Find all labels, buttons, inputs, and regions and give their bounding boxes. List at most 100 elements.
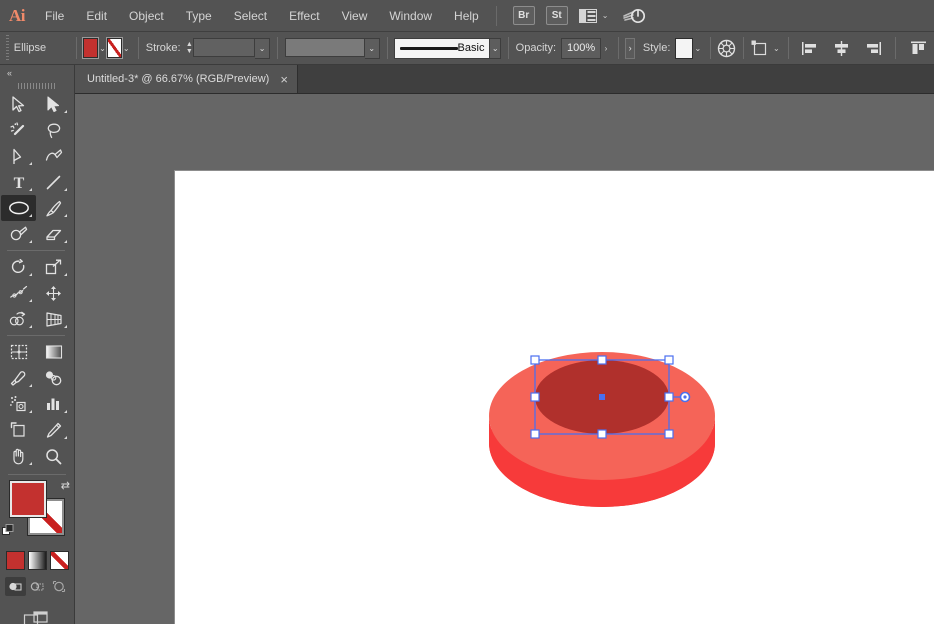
column-graph-tool[interactable]: [36, 391, 71, 417]
screen-mode-button[interactable]: [2, 610, 72, 624]
arrange-caret-icon[interactable]: ⌄: [602, 11, 609, 20]
variable-width-profile-input[interactable]: [285, 38, 365, 57]
brush-dropdown-icon[interactable]: ⌄: [490, 38, 501, 59]
style-dropdown-icon[interactable]: ⌄: [693, 38, 703, 58]
draw-inside-button[interactable]: [49, 577, 70, 596]
menu-help[interactable]: Help: [443, 0, 490, 32]
eraser-tool[interactable]: [36, 221, 71, 247]
hand-tool[interactable]: [1, 443, 36, 469]
none-button[interactable]: [50, 551, 69, 570]
menu-type[interactable]: Type: [175, 0, 223, 32]
menu-select[interactable]: Select: [223, 0, 278, 32]
stock-button[interactable]: St: [546, 6, 568, 25]
stroke-weight-label: Stroke:: [146, 42, 181, 54]
tools-divider-3: [8, 474, 66, 475]
artwork-red-cylinder-disc[interactable]: [175, 171, 934, 624]
distribute-top-icon[interactable]: [910, 41, 927, 56]
tools-panel: «: [0, 65, 75, 624]
center-anchor-point: [599, 394, 605, 400]
color-button[interactable]: [6, 551, 25, 570]
cb-divider-5: [508, 37, 509, 59]
document-canvas[interactable]: [75, 94, 934, 624]
arrange-documents-icon[interactable]: [579, 9, 597, 23]
lasso-tool[interactable]: [36, 117, 71, 143]
handle-bottom-left: [531, 430, 539, 438]
opacity-options-icon[interactable]: ›: [601, 38, 611, 58]
collapse-panel-icon[interactable]: «: [0, 65, 74, 80]
control-bar: Ellipse ⌄ ⌄ Stroke: ▲▼ ⌄ ⌄ Basic ⌄ Opaci…: [0, 32, 934, 65]
type-tool[interactable]: T: [1, 169, 36, 195]
default-fill-stroke-icon[interactable]: [2, 524, 15, 537]
control-bar-overflow-button[interactable]: ›: [625, 38, 634, 59]
draw-behind-button[interactable]: [27, 577, 48, 596]
swap-fill-stroke-icon[interactable]: ⇄: [61, 479, 70, 492]
control-bar-grip[interactable]: [4, 35, 9, 61]
menu-file[interactable]: File: [34, 0, 75, 32]
scale-tool[interactable]: [36, 254, 71, 280]
illustrator-window: Ai File Edit Object Type Select Effect V…: [0, 0, 934, 624]
artboard[interactable]: [174, 170, 934, 624]
tools-divider-1: [7, 250, 65, 251]
close-icon[interactable]: ×: [280, 73, 288, 86]
selection-tool[interactable]: [1, 91, 36, 117]
handle-bottom-right: [665, 430, 673, 438]
menu-effect[interactable]: Effect: [278, 0, 330, 32]
fill-color-swatch[interactable]: [83, 38, 97, 58]
fill-dropdown-icon[interactable]: ⌄: [98, 38, 108, 58]
artboard-tool[interactable]: [1, 417, 36, 443]
stroke-weight-stepper[interactable]: ▲▼: [186, 38, 193, 58]
stroke-weight-dropdown-icon[interactable]: ⌄: [255, 38, 270, 59]
variable-width-group: ⌄: [285, 38, 380, 59]
transform-icon[interactable]: [751, 40, 770, 57]
align-right-icon[interactable]: [864, 41, 881, 56]
draw-normal-button[interactable]: [5, 577, 26, 596]
stroke-dropdown-icon[interactable]: ⌄: [122, 38, 132, 58]
eyedropper-tool[interactable]: [1, 365, 36, 391]
graphic-style-swatch[interactable]: [675, 38, 693, 59]
handle-middle-left: [531, 393, 539, 401]
stroke-weight-input[interactable]: [193, 38, 255, 57]
perspective-grid-tool[interactable]: [36, 306, 71, 332]
curvature-tool[interactable]: [36, 143, 71, 169]
tools-panel-grip[interactable]: [0, 80, 74, 91]
gradient-button[interactable]: [28, 551, 47, 570]
slice-tool[interactable]: [36, 417, 71, 443]
rotate-tool[interactable]: [1, 254, 36, 280]
shaper-tool[interactable]: [1, 221, 36, 247]
drawing-mode-buttons: [2, 577, 72, 596]
paintbrush-tool[interactable]: [36, 195, 71, 221]
toolbar-fill-swatch[interactable]: [10, 481, 46, 517]
menu-window[interactable]: Window: [378, 0, 443, 32]
stroke-color-swatch[interactable]: [107, 38, 121, 58]
transform-caret-icon[interactable]: ⌄: [773, 44, 780, 53]
recolor-artwork-icon[interactable]: [717, 39, 736, 58]
variable-width-dropdown-icon[interactable]: ⌄: [365, 38, 380, 59]
align-left-icon[interactable]: [802, 41, 819, 56]
handle-top-center: [598, 356, 606, 364]
pen-tool[interactable]: [1, 143, 36, 169]
direct-selection-tool[interactable]: [36, 91, 71, 117]
menu-view[interactable]: View: [331, 0, 379, 32]
menu-edit[interactable]: Edit: [75, 0, 118, 32]
align-horizontal-center-icon[interactable]: [833, 41, 850, 56]
svg-text:T: T: [13, 175, 24, 191]
gradient-tool[interactable]: [36, 339, 71, 365]
shape-builder-tool[interactable]: [1, 306, 36, 332]
mesh-tool[interactable]: [1, 339, 36, 365]
zoom-tool[interactable]: [36, 443, 71, 469]
magic-wand-tool[interactable]: [1, 117, 36, 143]
document-tab[interactable]: Untitled-3* @ 66.67% (RGB/Preview) ×: [75, 65, 298, 93]
free-transform-tool[interactable]: [36, 280, 71, 306]
line-segment-tool[interactable]: [36, 169, 71, 195]
opacity-input[interactable]: 100%: [561, 38, 601, 59]
ellipse-tool[interactable]: [1, 195, 36, 221]
bridge-button[interactable]: Br: [513, 6, 535, 25]
brush-definition-field[interactable]: Basic: [394, 38, 490, 59]
blend-tool[interactable]: [36, 365, 71, 391]
width-tool[interactable]: [1, 280, 36, 306]
menu-object[interactable]: Object: [118, 0, 175, 32]
fill-stroke-controls: ⇄: [2, 481, 72, 543]
symbol-sprayer-tool[interactable]: [1, 391, 36, 417]
workspace-switcher-icon[interactable]: [622, 7, 648, 25]
menu-bar: Ai File Edit Object Type Select Effect V…: [0, 0, 934, 32]
